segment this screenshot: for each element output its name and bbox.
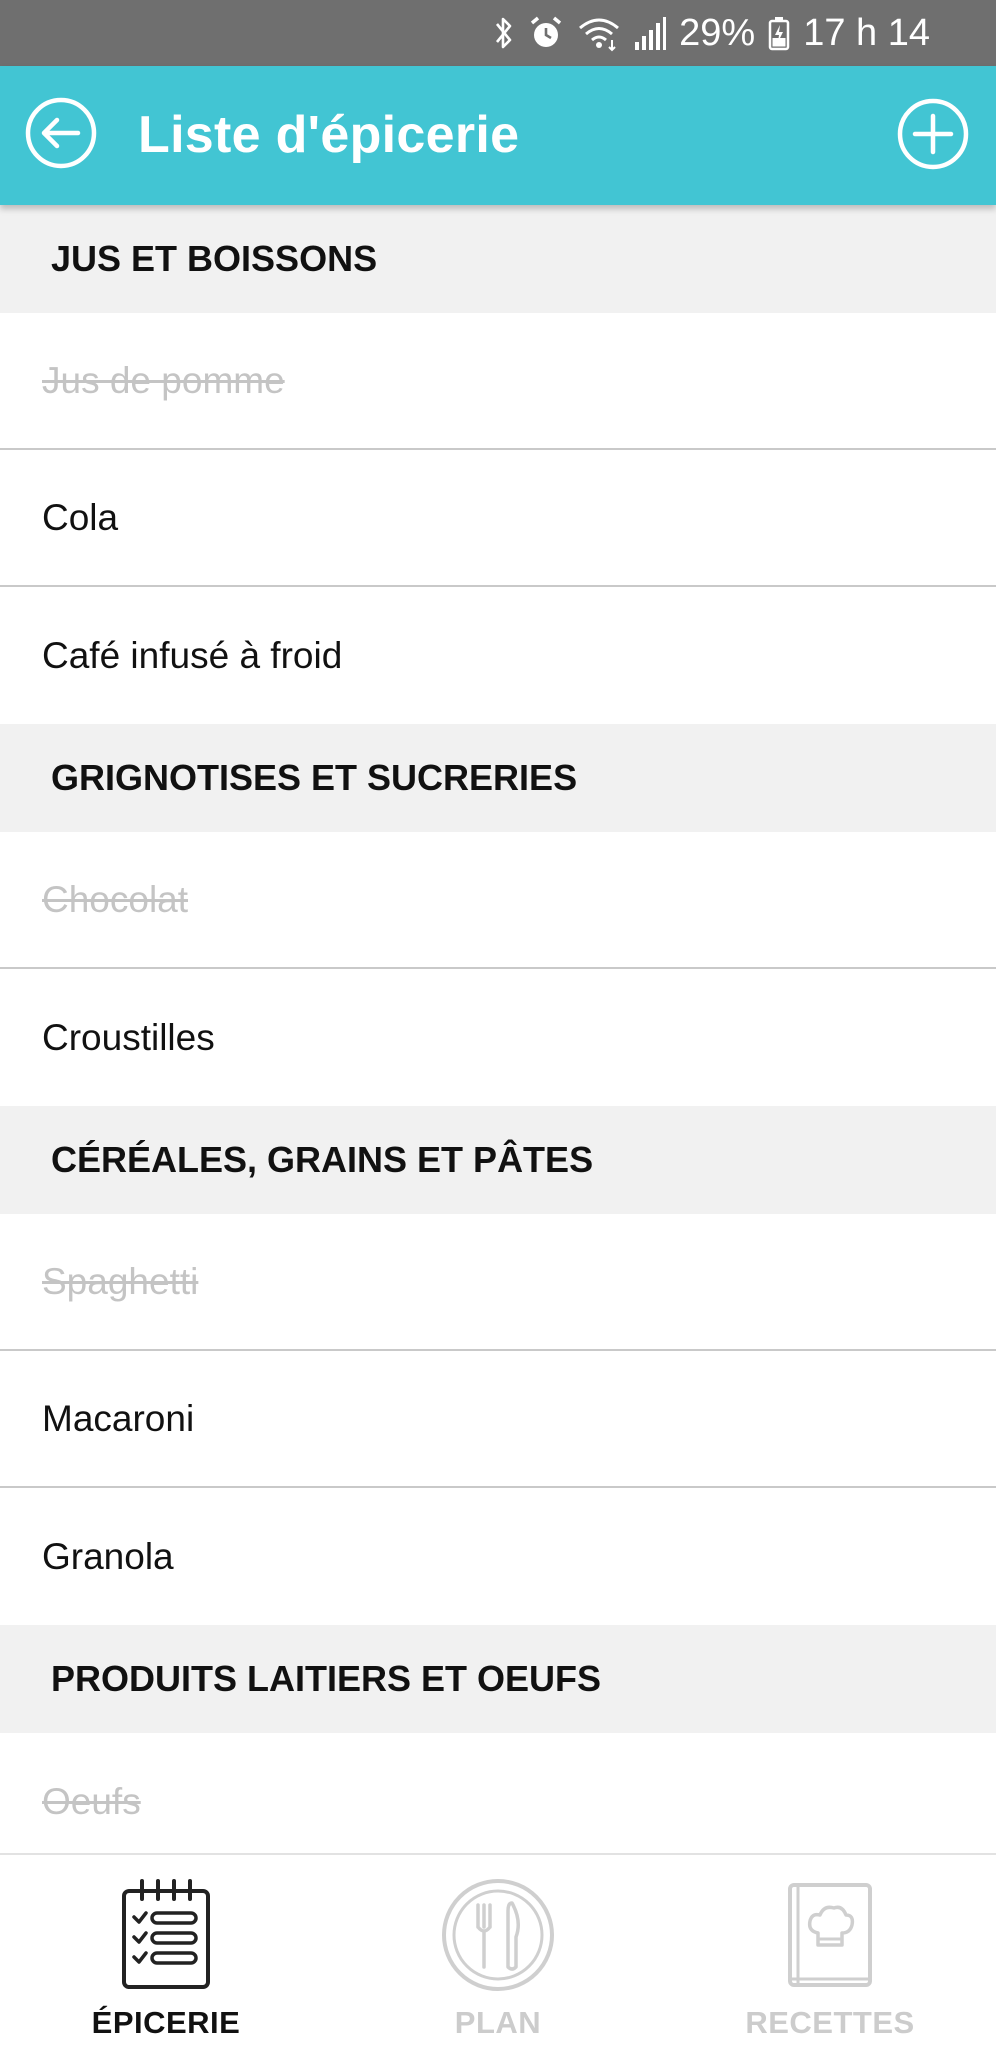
bluetooth-icon [493, 14, 515, 52]
section-header: PRODUITS LAITIERS ET OEUFS [0, 1625, 996, 1733]
section-header: GRIGNOTISES ET SUCRERIES [0, 724, 996, 832]
list-item[interactable]: Macaroni [0, 1351, 996, 1488]
recipe-book-icon [770, 1875, 890, 1995]
list-item-checked[interactable]: Chocolat [0, 832, 996, 969]
add-circle-icon[interactable] [896, 97, 970, 171]
alarm-icon [527, 14, 565, 52]
bottom-navigation: ÉPICERIE PLAN RECETTES [0, 1853, 996, 2050]
list-item[interactable]: Café infusé à froid [0, 587, 996, 724]
wifi-icon [577, 14, 621, 52]
battery-icon [767, 14, 791, 52]
page-title: Liste d'épicerie [138, 106, 520, 164]
nav-tab-epicerie[interactable]: ÉPICERIE [0, 1855, 332, 2050]
signal-icon [633, 14, 667, 52]
nav-tab-plan[interactable]: PLAN [332, 1855, 664, 2050]
list-item-checked[interactable]: Oeufs [0, 1733, 996, 1853]
list-item[interactable]: Granola [0, 1488, 996, 1625]
status-bar: 29% 17 h 14 [0, 0, 996, 66]
grocery-checklist-icon [106, 1875, 226, 1995]
section-header: CÉRÉALES, GRAINS ET PÂTES [0, 1106, 996, 1214]
nav-label: ÉPICERIE [91, 2005, 241, 2040]
nav-tab-recettes[interactable]: RECETTES [664, 1855, 996, 2050]
nav-label: PLAN [454, 2005, 542, 2040]
app-bar: Liste d'épicerie [0, 66, 996, 205]
grocery-list[interactable]: JUS ET BOISSONS Jus de pomme Cola Café i… [0, 205, 996, 1853]
clock: 17 h 14 [803, 11, 930, 54]
list-item[interactable]: Croustilles [0, 969, 996, 1106]
list-item-checked[interactable]: Jus de pomme [0, 313, 996, 450]
battery-percent: 29% [679, 11, 756, 54]
plate-utensils-icon [438, 1875, 558, 1995]
list-item[interactable]: Cola [0, 450, 996, 587]
back-arrow-icon[interactable] [24, 96, 98, 170]
list-item-checked[interactable]: Spaghetti [0, 1214, 996, 1351]
nav-label: RECETTES [745, 2005, 915, 2040]
section-header: JUS ET BOISSONS [0, 205, 996, 313]
